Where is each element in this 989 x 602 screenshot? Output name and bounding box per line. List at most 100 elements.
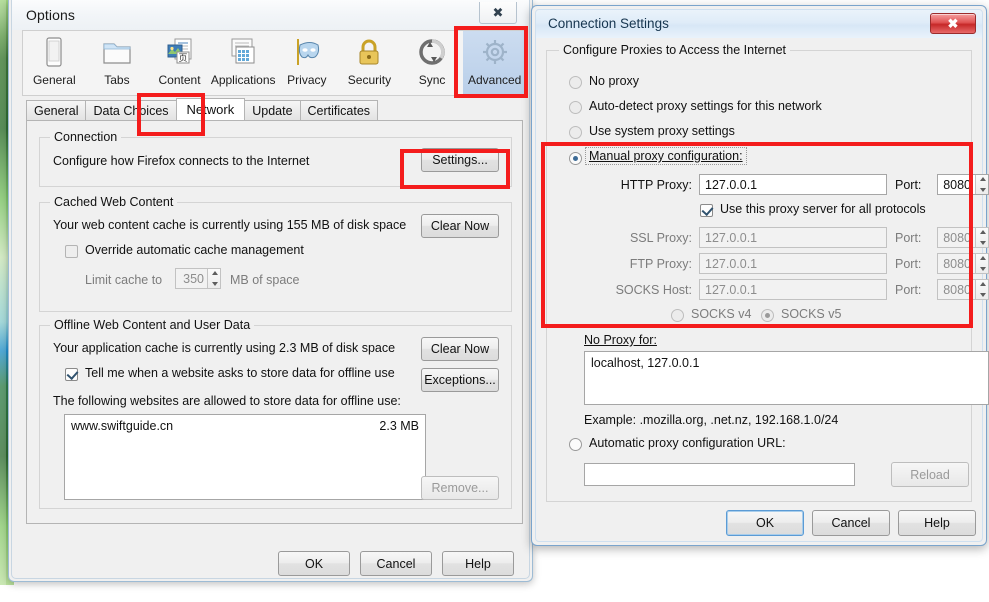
radio-manual-proxy[interactable] [569, 152, 582, 165]
options-window-inner: Options ✖ General Tabs 页 Content Applica… [11, 0, 530, 579]
clear-offline-button[interactable]: Clear Now [421, 337, 499, 361]
category-general[interactable]: General [23, 31, 86, 95]
settings-button-label: Settings... [432, 153, 488, 167]
limit-cache-input[interactable]: 350 [175, 268, 221, 289]
clear-offline-button-label: Clear Now [430, 342, 490, 356]
radio-auto-detect-label: Auto-detect proxy settings for this netw… [589, 99, 822, 113]
override-cache-checkbox[interactable] [65, 245, 78, 258]
tab-data-choices[interactable]: Data Choices [85, 100, 177, 120]
remove-site-button[interactable]: Remove... [421, 476, 499, 500]
tab-certificates[interactable]: Certificates [299, 100, 379, 120]
proxy-group-title: Configure Proxies to Access the Internet [559, 43, 791, 57]
radio-system-proxy[interactable] [569, 126, 582, 139]
advanced-tabstrip: General Data Choices Network Update Cert… [26, 98, 523, 121]
all-protocols-checkbox[interactable] [700, 204, 713, 217]
options-titlebar: Options ✖ [12, 0, 529, 30]
category-sync-label: Sync [418, 73, 446, 87]
radio-auto-detect[interactable] [569, 101, 582, 114]
ftp-port-input[interactable]: 8080 [937, 253, 989, 274]
connection-help-label: Help [924, 516, 950, 530]
category-security[interactable]: Security [338, 31, 401, 95]
http-proxy-label: HTTP Proxy: [620, 178, 692, 192]
all-protocols-label: Use this proxy server for all protocols [720, 202, 926, 216]
ssl-port-value: 8080 [943, 230, 971, 245]
no-proxy-for-label: No Proxy for: [584, 333, 657, 347]
remove-site-button-label: Remove... [431, 481, 489, 495]
radio-socks-v4-label: SOCKS v4 [691, 307, 752, 321]
no-proxy-for-textarea[interactable]: localhost, 127.0.0.1 [584, 351, 989, 405]
category-content[interactable]: 页 Content [148, 31, 211, 95]
connection-description: Configure how Firefox connects to the In… [53, 154, 310, 168]
tell-me-label: Tell me when a website asks to store dat… [85, 366, 395, 380]
settings-button[interactable]: Settings... [421, 148, 499, 172]
connection-ok-button[interactable]: OK [726, 510, 804, 536]
category-privacy[interactable]: Privacy [276, 31, 339, 95]
mask-icon [296, 39, 319, 65]
proxy-configuration-groupbox: Configure Proxies to Access the Internet… [546, 43, 989, 502]
radio-no-proxy[interactable] [569, 76, 582, 89]
ftp-port-stepper[interactable] [975, 254, 988, 273]
socks-host-value: 127.0.0.1 [705, 282, 758, 297]
applications-icon [231, 38, 255, 64]
connection-titlebar: Connection Settings ✖ [536, 10, 982, 38]
ssl-port-stepper[interactable] [975, 228, 988, 247]
site-name: www.swiftguide.cn [71, 419, 174, 433]
clear-cache-button-label: Clear Now [430, 219, 490, 233]
options-window-title: Options [26, 7, 75, 23]
socks-host-label: SOCKS Host: [615, 283, 692, 297]
radio-socks-v4[interactable] [671, 309, 684, 322]
category-security-label: Security [347, 73, 392, 87]
socks-host-input[interactable]: 127.0.0.1 [699, 279, 887, 300]
tab-general[interactable]: General [26, 100, 87, 120]
radio-no-proxy-label: No proxy [589, 74, 640, 88]
http-port-stepper[interactable] [975, 175, 988, 194]
limit-cache-value: 350 [183, 271, 204, 286]
http-port-value: 8080 [943, 177, 971, 192]
connection-cancel-button[interactable]: Cancel [812, 510, 890, 536]
radio-manual-proxy-label: Manual proxy configuration: [585, 147, 747, 165]
close-icon[interactable]: ✖ [930, 13, 976, 34]
category-general-label: General [32, 73, 76, 87]
category-advanced[interactable]: Advanced [463, 31, 526, 95]
options-window: Options ✖ General Tabs 页 Content Applica… [8, 0, 533, 582]
options-cancel-button[interactable]: Cancel [360, 551, 432, 576]
connection-dialog-body: Configure Proxies to Access the Internet… [544, 40, 989, 536]
connection-settings-dialog: Connection Settings ✖ Configure Proxies … [531, 5, 989, 546]
category-tabs[interactable]: Tabs [86, 31, 149, 95]
radio-socks-v5[interactable] [761, 309, 774, 322]
category-sync[interactable]: Sync [401, 31, 464, 95]
options-category-toolbar: General Tabs 页 Content Applications Priv… [22, 30, 527, 96]
automatic-proxy-url-input[interactable] [584, 463, 855, 486]
limit-cache-stepper[interactable] [207, 269, 220, 288]
options-ok-button[interactable]: OK [278, 551, 350, 576]
ftp-proxy-input[interactable]: 127.0.0.1 [699, 253, 887, 274]
http-port-input[interactable]: 8080 [937, 174, 989, 195]
category-applications[interactable]: Applications [211, 31, 276, 95]
ftp-port-value: 8080 [943, 256, 971, 271]
http-proxy-input[interactable]: 127.0.0.1 [699, 174, 887, 195]
ssl-proxy-value: 127.0.0.1 [705, 230, 758, 245]
options-help-button[interactable]: Help [442, 551, 514, 576]
no-proxy-for-value: localhost, 127.0.0.1 [591, 356, 700, 370]
category-tabs-label: Tabs [104, 73, 130, 87]
tab-update[interactable]: Update [244, 100, 301, 120]
tell-me-checkbox[interactable] [65, 368, 78, 381]
ftp-proxy-value: 127.0.0.1 [705, 256, 758, 271]
ssl-proxy-input[interactable]: 127.0.0.1 [699, 227, 887, 248]
offline-sites-listbox[interactable]: www.swiftguide.cn 2.3 MB [64, 414, 426, 500]
offline-group-title: Offline Web Content and User Data [50, 318, 255, 332]
list-item[interactable]: www.swiftguide.cn 2.3 MB [71, 419, 419, 433]
clear-cache-button[interactable]: Clear Now [421, 214, 499, 238]
reload-button[interactable]: Reload [891, 462, 969, 487]
tab-network[interactable]: Network [175, 98, 246, 120]
socks-port-stepper[interactable] [975, 280, 988, 299]
connection-help-button[interactable]: Help [898, 510, 976, 536]
screen-root: Options ✖ General Tabs 页 Content Applica… [0, 0, 989, 602]
socks-port-input[interactable]: 8080 [937, 279, 989, 300]
exceptions-button[interactable]: Exceptions... [421, 368, 499, 392]
radio-automatic-proxy-url[interactable] [569, 438, 582, 451]
close-icon[interactable]: ✖ [479, 2, 517, 24]
limit-cache-label: Limit cache to [85, 273, 163, 287]
ssl-port-input[interactable]: 8080 [937, 227, 989, 248]
offline-content-groupbox: Offline Web Content and User Data Your a… [39, 318, 512, 509]
